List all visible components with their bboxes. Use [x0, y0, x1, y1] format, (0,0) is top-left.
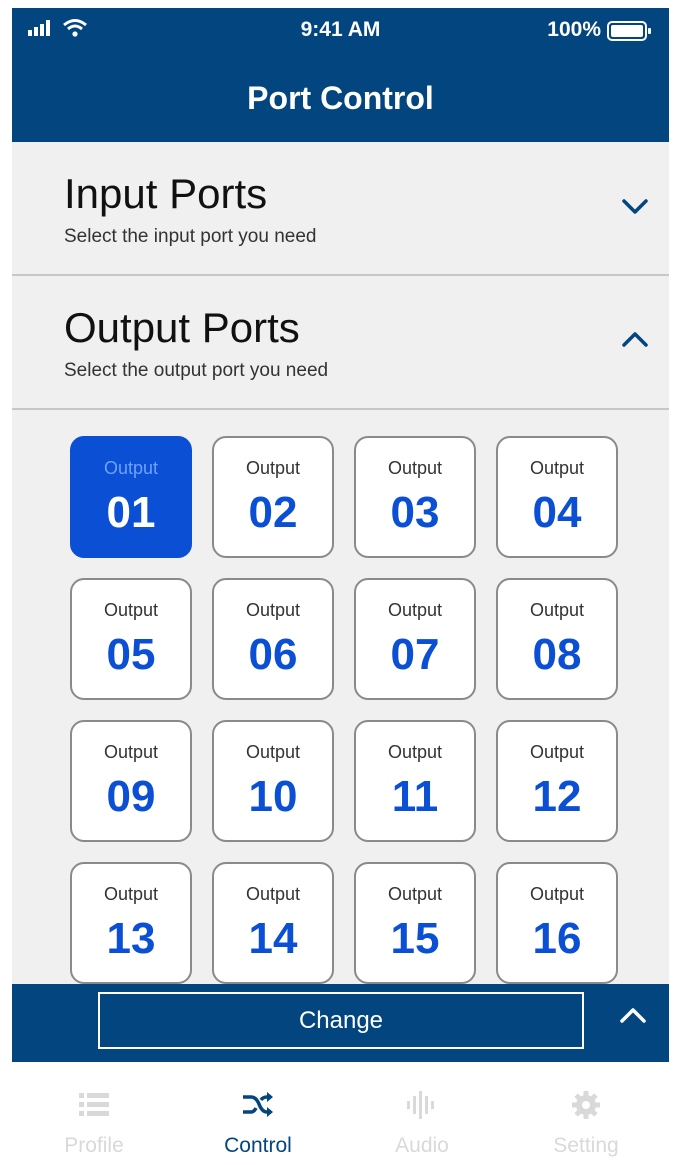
battery-icon: [607, 21, 653, 46]
output-port-number: 01: [106, 488, 156, 537]
change-button[interactable]: Change: [98, 992, 584, 1049]
audio-wave-icon: [340, 1090, 504, 1125]
output-port-button[interactable]: Output 09: [70, 720, 192, 842]
status-bar: 9:41 AM 100%: [12, 8, 669, 50]
output-port-label: Output: [245, 600, 301, 620]
output-port-label: Output: [529, 458, 585, 478]
output-port-button[interactable]: Output 05: [70, 578, 192, 700]
output-port-grid: Output 01 Output 02 Output 03 Output 04 Output 05…: [12, 410, 669, 984]
output-ports-section[interactable]: Output Ports Select the output port you …: [12, 276, 669, 410]
output-port-number: 05: [106, 630, 156, 679]
tab-setting[interactable]: Setting: [504, 1062, 668, 1165]
page-title: Port Control: [247, 80, 434, 116]
output-port-number: 12: [532, 772, 582, 821]
output-port-number: 13: [106, 914, 156, 963]
output-port-label: Output: [529, 600, 585, 620]
chevron-down-icon[interactable]: [620, 198, 650, 221]
output-port-button[interactable]: Output 08: [496, 578, 618, 700]
output-port-label: Output: [245, 884, 301, 904]
battery-percent: 100%: [547, 18, 601, 41]
tab-audio[interactable]: Audio: [340, 1062, 504, 1165]
chevron-up-icon[interactable]: [620, 330, 650, 353]
gear-icon: [504, 1090, 668, 1125]
chevron-up-icon[interactable]: [618, 1006, 648, 1029]
output-port-label: Output: [103, 600, 159, 620]
tab-label: Control: [224, 1134, 292, 1157]
output-port-number: 06: [248, 630, 298, 679]
output-port-button[interactable]: Output 10: [212, 720, 334, 842]
input-ports-section[interactable]: Input Ports Select the input port you ne…: [12, 142, 669, 276]
output-port-label: Output: [387, 884, 443, 904]
output-port-label: Output: [529, 884, 585, 904]
input-ports-title: Input Ports: [64, 170, 268, 217]
app-header: Port Control: [12, 50, 669, 142]
output-port-number: 07: [390, 630, 440, 679]
output-port-label: Output: [103, 742, 159, 762]
output-ports-title: Output Ports: [64, 304, 300, 351]
output-port-label: Output: [103, 884, 159, 904]
output-port-button[interactable]: Output 02: [212, 436, 334, 558]
output-port-button[interactable]: Output 12: [496, 720, 618, 842]
output-port-button[interactable]: Output 15: [354, 862, 476, 984]
input-ports-subtitle: Select the input port you need: [64, 226, 317, 247]
output-port-number: 03: [390, 488, 440, 537]
output-port-number: 04: [532, 488, 582, 537]
output-port-number: 14: [248, 914, 298, 963]
output-port-button[interactable]: Output 01: [70, 436, 192, 558]
output-port-button[interactable]: Output 03: [354, 436, 476, 558]
output-port-label: Output: [387, 600, 443, 620]
shuffle-icon: [176, 1090, 340, 1125]
output-port-button[interactable]: Output 13: [70, 862, 192, 984]
output-port-number: 09: [106, 772, 156, 821]
output-port-number: 08: [532, 630, 582, 679]
output-port-number: 10: [248, 772, 298, 821]
output-port-label: Output: [103, 458, 159, 478]
output-port-number: 11: [391, 772, 439, 821]
output-port-label: Output: [245, 742, 301, 762]
output-port-button[interactable]: Output 16: [496, 862, 618, 984]
tab-label: Audio: [395, 1134, 449, 1157]
output-port-number: 15: [390, 914, 440, 963]
output-port-number: 16: [532, 914, 582, 963]
app-screen: 9:41 AM 100% Port Control Input Ports Se…: [12, 8, 669, 1165]
output-port-label: Output: [529, 742, 585, 762]
output-port-button[interactable]: Output 06: [212, 578, 334, 700]
output-port-button[interactable]: Output 11: [354, 720, 476, 842]
tab-control[interactable]: Control: [176, 1062, 340, 1165]
output-port-button[interactable]: Output 14: [212, 862, 334, 984]
output-port-button[interactable]: Output 04: [496, 436, 618, 558]
output-port-label: Output: [387, 458, 443, 478]
output-port-button[interactable]: Output 07: [354, 578, 476, 700]
tab-profile[interactable]: Profile: [12, 1062, 176, 1165]
tab-label: Profile: [64, 1134, 124, 1157]
output-ports-subtitle: Select the output port you need: [64, 360, 329, 381]
output-port-number: 02: [248, 488, 298, 537]
output-port-label: Output: [387, 742, 443, 762]
action-bar: Change: [12, 984, 669, 1062]
tab-label: Setting: [553, 1134, 619, 1157]
output-port-label: Output: [245, 458, 301, 478]
tab-bar: Profile Control Audio Setting: [12, 1062, 669, 1165]
list-icon: [12, 1090, 176, 1125]
